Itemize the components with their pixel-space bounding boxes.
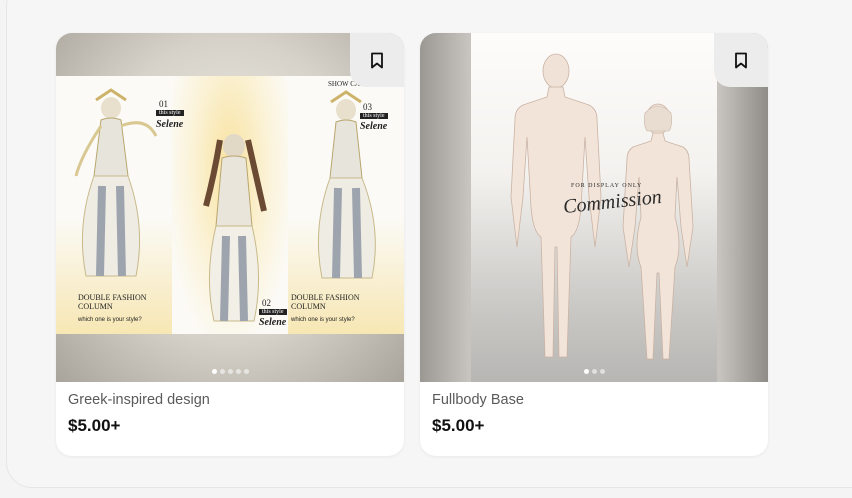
character-figure (317, 90, 376, 279)
carousel-dot[interactable] (591, 369, 597, 374)
product-artwork: FOR DISPLAY ONLY Commission (471, 33, 717, 382)
carousel-indicator (420, 369, 768, 374)
product-title[interactable]: Fullbody Base (432, 392, 524, 408)
character-figure (74, 88, 158, 277)
carousel-dot[interactable] (599, 369, 605, 374)
carousel-dot[interactable] (211, 369, 217, 374)
product-artwork: SHOW CASE 1 01 this style Selene 02 this… (56, 76, 404, 334)
artwork-question: which one is your style? (291, 317, 355, 323)
artwork-question: which one is your style? (78, 317, 142, 323)
carousel-dot[interactable] (227, 369, 233, 374)
product-price: $5.00+ (68, 416, 121, 435)
product-image-carousel[interactable]: FOR DISPLAY ONLY Commission (420, 33, 768, 382)
character-figure (203, 134, 267, 322)
product-title[interactable]: Greek-inspired design (68, 392, 210, 408)
bookmark-button[interactable] (350, 33, 404, 87)
product-card[interactable]: FOR DISPLAY ONLY Commission Fullbody Bas… (420, 33, 768, 456)
female-body-base (622, 103, 694, 360)
product-image-carousel[interactable]: SHOW CASE 1 01 this style Selene 02 this… (56, 33, 404, 382)
carousel-dot[interactable] (219, 369, 225, 374)
bookmark-icon (735, 52, 747, 68)
carousel-dot[interactable] (583, 369, 589, 374)
carousel-dot[interactable] (243, 369, 249, 374)
product-card[interactable]: SHOW CASE 1 01 this style Selene 02 this… (56, 33, 404, 456)
bookmark-button[interactable] (714, 33, 768, 87)
product-price: $5.00+ (432, 416, 485, 435)
carousel-dot[interactable] (235, 369, 241, 374)
carousel-indicator (56, 369, 404, 374)
bookmark-icon (371, 52, 383, 68)
